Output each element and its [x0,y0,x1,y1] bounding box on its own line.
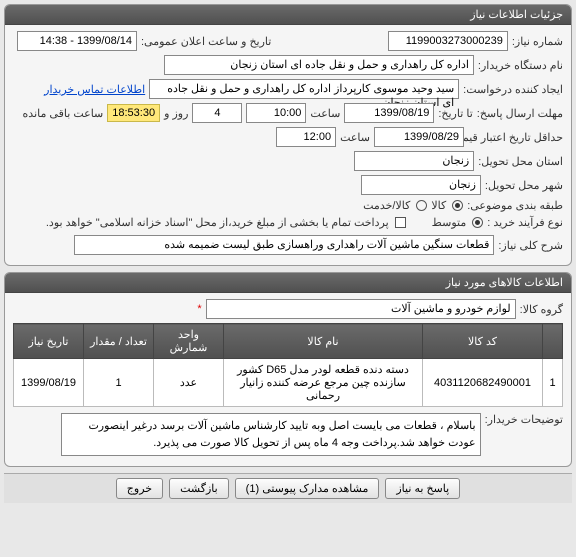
reply-date-field: 1399/08/19 [344,103,434,123]
reply-time-label: ساعت [310,107,340,120]
radio-medium-label: متوسط [432,216,467,229]
process-label: نوع فرآیند خرید : [487,216,563,229]
col-date: تاریخ نیاز [14,324,84,359]
summary-field: قطعات سنگین ماشین آلات راهداری وراهسازی … [74,235,494,255]
announce-date-label: تاریخ و ساعت اعلان عمومی: [141,35,271,48]
buyer-org-field: اداره کل راهداری و حمل و نقل جاده ای است… [164,55,474,75]
back-button[interactable]: بازگشت [169,478,229,499]
creator-field: سید وحید موسوی کارپرداز اداره کل راهداری… [149,79,459,99]
checkbox-partial-pay[interactable] [395,217,406,228]
cell-idx: 1 [543,359,563,407]
partial-pay-group: پرداخت تمام یا بخشی از مبلغ خرید،از محل … [46,216,406,229]
col-qty: تعداد / مقدار [84,324,154,359]
buyer-org-label: نام دستگاه خریدار: [478,59,563,72]
days-label: روز و [164,107,188,120]
goods-info-panel: اطلاعات کالاهای مورد نیاز گروه کالا: لوا… [4,272,572,467]
delivery-state-field: زنجان [354,151,474,171]
reply-deadline-label: مهلت ارسال پاسخ: [477,107,563,120]
cell-date: 1399/08/19 [14,359,84,407]
delivery-city-field: زنجان [361,175,481,195]
need-no-field: 1199003273000239 [388,31,508,51]
exit-button[interactable]: خروج [116,478,163,499]
panel-header-goods: اطلاعات کالاهای مورد نیاز [5,273,571,293]
budget-label: طبقه بندی موضوعی: [467,199,563,212]
group-label: گروه کالا: [520,303,563,316]
cell-qty: 1 [84,359,154,407]
summary-label: شرح کلی نیاز: [498,239,563,252]
reply-button[interactable]: پاسخ به نیاز [385,478,460,499]
announce-date-field: 1399/08/14 - 14:38 [17,31,137,51]
need-no-label: شماره نیاز: [512,35,563,48]
footer-bar: پاسخ به نیاز مشاهده مدارک پیوستی (1) باز… [4,473,572,503]
table-row[interactable]: 1 4031120682490001 دسته دنده قطعه لودر م… [14,359,563,407]
budget-service-group: کالا/خدمت [363,199,427,212]
cell-unit: عدد [154,359,224,407]
col-unit: واحد شمارش [154,324,224,359]
delivery-city-label: شهر محل تحویل: [485,179,563,192]
view-docs-button[interactable]: مشاهده مدارک پیوستی (1) [235,478,380,499]
radio-medium[interactable] [472,217,483,228]
delivery-state-label: استان محل تحویل: [478,155,563,168]
reply-time-field: 10:00 [246,103,306,123]
asterisk-icon: * [197,303,201,315]
buyer-notes-label: توضیحات خریدار: [485,413,563,426]
radio-kala-label: کالا [431,199,446,212]
radio-service-label: کالا/خدمت [363,199,410,212]
valid-date-field: 1399/08/29 [374,127,464,147]
buyer-notes-box: باسلام ، قطعات می بایست اصل وبه تایید کا… [61,413,481,456]
need-details-panel: جزئیات اطلاعات نیاز شماره نیاز: 11990032… [4,4,572,266]
panel-header-details: جزئیات اطلاعات نیاز [5,5,571,25]
group-field: لوازم خودرو و ماشین آلات [206,299,516,319]
valid-deadline-label: حداقل تاریخ اعتبار قیمت: تا تاریخ: [468,131,563,144]
col-name: نام کالا [224,324,423,359]
goods-table: کد کالا نام کالا واحد شمارش تعداد / مقدا… [13,323,563,407]
valid-time-label: ساعت [340,131,370,144]
time-remaining-highlight: 18:53:30 [107,104,160,122]
col-code: کد کالا [423,324,543,359]
cell-code: 4031120682490001 [423,359,543,407]
valid-time-field: 12:00 [276,127,336,147]
time-remaining-label: ساعت باقی مانده [23,107,104,120]
creator-label: ایجاد کننده درخواست: [463,83,563,96]
partial-pay-label: پرداخت تمام یا بخشی از مبلغ خرید،از محل … [46,216,389,229]
col-idx [543,324,563,359]
radio-service[interactable] [416,200,427,211]
budget-kala-group: کالا [431,199,463,212]
reply-until-label: تا تاریخ: [438,107,472,120]
radio-kala[interactable] [452,200,463,211]
contact-link[interactable]: اطلاعات تماس خریدار [44,83,145,96]
days-remaining-field: 4 [192,103,242,123]
cell-name: دسته دنده قطعه لودر مدل D65 کشور سازنده … [224,359,423,407]
process-medium-group: متوسط [432,216,484,229]
